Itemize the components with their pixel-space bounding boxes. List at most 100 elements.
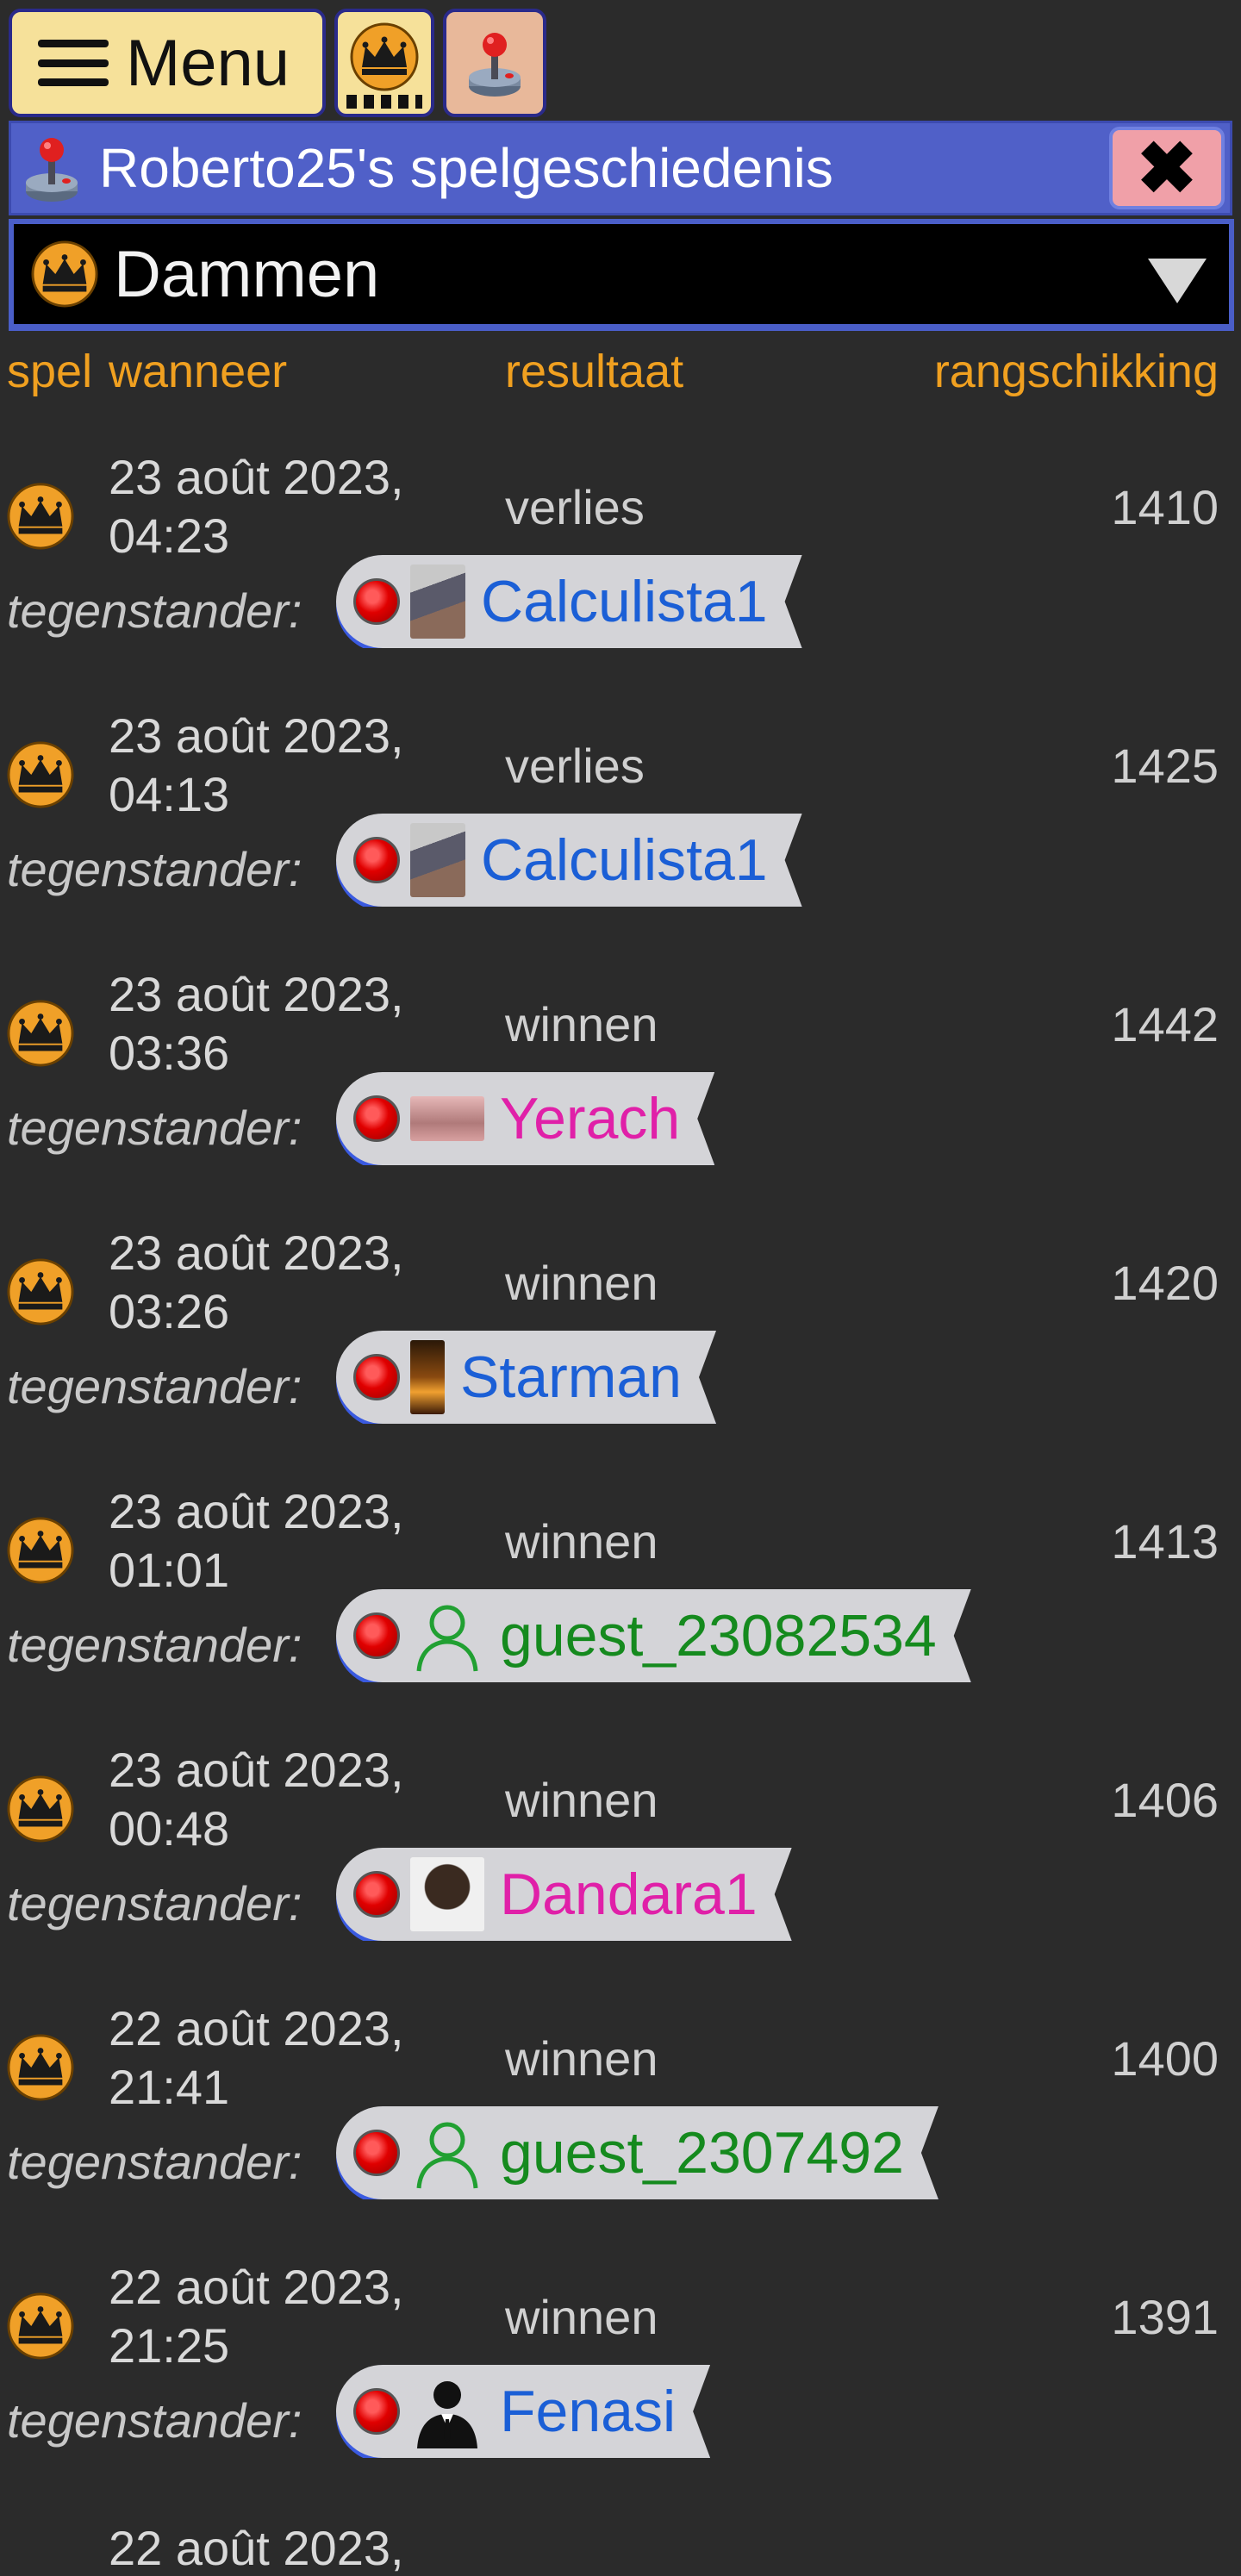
status-dot-icon — [353, 1871, 400, 1918]
table-row: 23 août 2023, 03:36 winnen 1442 tegenstander… — [0, 965, 1241, 1224]
game-rank: 1391 — [1111, 2290, 1219, 2344]
crown-icon — [7, 1258, 74, 1325]
table-row: 23 août 2023, 04:23 verlies 1410 tegenstande… — [0, 448, 1241, 707]
opponent-name: Yerach — [500, 1086, 681, 1151]
opponent-tag[interactable]: Starman — [336, 1331, 716, 1424]
game-datetime: 22 août 2023, 21:41 — [109, 1999, 404, 2117]
column-header-when: wanneer — [109, 346, 288, 397]
game-time: 04:13 — [109, 767, 230, 821]
game-time: 03:26 — [109, 1284, 230, 1338]
game-result: verlies — [505, 739, 645, 793]
opponent-label: tegenstander: — [7, 1359, 302, 1413]
dots-indicator — [346, 95, 422, 109]
game-datetime: 23 août 2023, 00:48 — [109, 1741, 404, 1858]
top-toolbar: Menu — [9, 9, 546, 117]
table-row: 23 août 2023, 01:01 winnen 1413 tegenstander… — [0, 1482, 1241, 1741]
crown-icon — [7, 1775, 74, 1843]
menu-button[interactable]: Menu — [9, 9, 326, 117]
status-dot-icon — [353, 1095, 400, 1142]
history-title-bar: Roberto25's spelgeschiedenis ✖ — [9, 121, 1232, 215]
chevron-down-icon — [1148, 259, 1207, 303]
guest-user-icon — [410, 1599, 484, 1673]
avatar — [410, 823, 465, 897]
game-datetime: 23 août 2023, 03:36 — [109, 965, 404, 1082]
status-dot-icon — [353, 2130, 400, 2176]
game-time: 04:23 — [109, 508, 230, 563]
crown-game-button[interactable] — [334, 9, 434, 117]
opponent-tag[interactable]: Dandara1 — [336, 1848, 792, 1941]
table-row: 22 août 2023, 21:25 winnen 1391 tegenstander… — [0, 2258, 1241, 2517]
partial-row-date: 22 août 2023, — [109, 2521, 404, 2575]
status-dot-icon — [353, 837, 400, 883]
opponent-name: guest_23082534 — [500, 1603, 937, 1668]
opponent-label: tegenstander: — [7, 583, 302, 638]
opponent-label: tegenstander: — [7, 2135, 302, 2189]
status-dot-icon — [353, 1354, 400, 1400]
column-header-game: spel — [7, 346, 93, 397]
avatar — [410, 1857, 484, 1931]
game-rank: 1413 — [1111, 1514, 1219, 1569]
game-date: 23 août 2023, — [109, 1743, 404, 1797]
opponent-label: tegenstander: — [7, 1876, 302, 1930]
game-result: winnen — [505, 1514, 658, 1569]
column-header-rank: rangschikking — [933, 346, 1219, 397]
game-date: 23 août 2023, — [109, 967, 404, 1021]
game-rank: 1442 — [1111, 997, 1219, 1051]
opponent-name: Calculista1 — [481, 569, 768, 634]
column-header-result: resultaat — [505, 346, 684, 397]
opponent-label: tegenstander: — [7, 1101, 302, 1155]
avatar — [410, 564, 465, 639]
game-datetime: 22 août 2023, 21:25 — [109, 2258, 404, 2375]
crown-icon — [7, 2034, 74, 2101]
status-dot-icon — [353, 2388, 400, 2435]
game-select[interactable]: Dammen — [9, 219, 1234, 331]
opponent-name: Dandara1 — [500, 1862, 758, 1927]
game-result: winnen — [505, 2031, 658, 2086]
game-date: 22 août 2023, — [109, 2001, 404, 2055]
game-datetime: 23 août 2023, 04:23 — [109, 448, 404, 565]
game-time: 00:48 — [109, 1801, 230, 1856]
opponent-label: tegenstander: — [7, 842, 302, 896]
opponent-name: guest_2307492 — [500, 2120, 904, 2186]
opponent-tag[interactable]: Calculista1 — [336, 814, 802, 907]
opponent-tag[interactable]: Fenasi — [336, 2365, 710, 2458]
crown-icon — [7, 483, 74, 550]
opponent-tag[interactable]: Yerach — [336, 1072, 714, 1165]
game-date: 23 août 2023, — [109, 1484, 404, 1538]
game-date: 22 août 2023, — [109, 2260, 404, 2314]
game-result: winnen — [505, 1773, 658, 1827]
game-datetime: 23 août 2023, 01:01 — [109, 1482, 404, 1600]
crown-icon — [31, 240, 98, 308]
joystick-button[interactable] — [443, 9, 546, 117]
menu-label: Menu — [125, 26, 290, 100]
table-row: 23 août 2023, 03:26 winnen 1420 tegenstander… — [0, 1224, 1241, 1482]
close-button[interactable]: ✖ — [1109, 127, 1225, 209]
game-time: 21:41 — [109, 2060, 230, 2114]
opponent-label: tegenstander: — [7, 1618, 302, 1672]
guest-user-icon — [410, 2116, 484, 2190]
game-time: 01:01 — [109, 1543, 230, 1597]
table-row: 22 août 2023, 21:41 winnen 1400 tegenstander… — [0, 1999, 1241, 2258]
game-datetime: 23 août 2023, 03:26 — [109, 1224, 404, 1341]
avatar — [410, 1340, 445, 1414]
crown-icon — [7, 741, 74, 808]
game-result: verlies — [505, 480, 645, 534]
game-rank: 1406 — [1111, 1773, 1219, 1827]
page-title: Roberto25's spelgeschiedenis — [99, 137, 833, 199]
hamburger-icon — [37, 40, 109, 86]
game-date: 23 août 2023, — [109, 450, 404, 504]
joystick-icon — [22, 129, 82, 207]
opponent-tag[interactable]: guest_2307492 — [336, 2106, 939, 2199]
game-rank: 1420 — [1111, 1256, 1219, 1310]
game-time: 21:25 — [109, 2318, 230, 2373]
game-date: 23 août 2023, — [109, 708, 404, 763]
game-time: 03:36 — [109, 1026, 230, 1080]
crown-icon — [7, 1000, 74, 1067]
opponent-name: Starman — [460, 1344, 682, 1410]
game-result: winnen — [505, 2290, 658, 2344]
crown-icon — [350, 22, 419, 91]
opponent-tag[interactable]: guest_23082534 — [336, 1589, 971, 1682]
status-dot-icon — [353, 578, 400, 625]
game-rank: 1400 — [1111, 2031, 1219, 2086]
opponent-tag[interactable]: Calculista1 — [336, 555, 802, 648]
